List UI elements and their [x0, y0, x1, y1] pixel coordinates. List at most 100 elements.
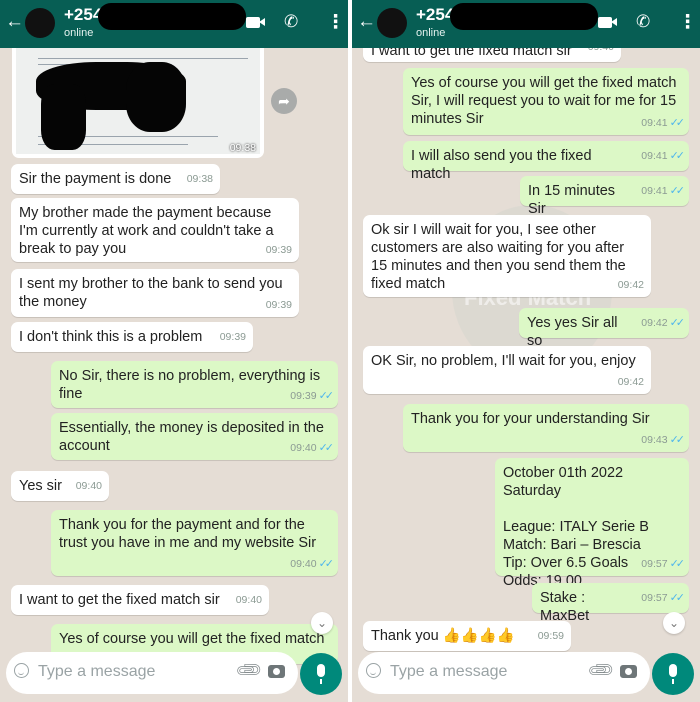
message-time: 09:39 — [265, 299, 292, 311]
redaction-bar — [98, 3, 246, 30]
message-time: 09:59 — [537, 630, 564, 642]
message-time: 09:39 — [290, 390, 317, 402]
message-time: 09:42 — [617, 279, 644, 291]
contact-status: online — [64, 27, 94, 39]
message-text: Yes of course you will get the fixed mat… — [411, 75, 681, 127]
message-incoming[interactable]: I sent my brother to the bank to send yo… — [11, 269, 299, 317]
message-incoming[interactable]: OK Sir, no problem, I'll wait for you, e… — [363, 346, 651, 394]
message-status: 09:40 ✓✓ — [290, 439, 335, 457]
message-text: OK Sir, no problem, I'll wait for you, e… — [371, 353, 636, 369]
message-text: Essentially, the money is deposited in t… — [59, 420, 328, 454]
message-time: 09:39 — [219, 331, 246, 343]
message-status: 09:41 ✓✓ — [641, 147, 686, 165]
message-text: Ok sir I will wait for you, I see other … — [371, 222, 630, 292]
message-time: 09:43 — [641, 434, 668, 446]
message-outgoing[interactable]: In 15 minutes Sir 09:41 ✓✓ — [520, 176, 689, 217]
read-ticks-icon: ✓✓ — [669, 150, 686, 162]
message-outgoing[interactable]: Stake : MaxBet 09:57 ✓✓ — [532, 583, 689, 624]
more-vert-icon[interactable]: ⋮ — [326, 11, 345, 34]
message-status: 09:40 ✓✓ — [290, 555, 334, 573]
message-incoming[interactable]: I want to get the fixed match sir 09:40 — [11, 585, 269, 615]
message-time: 09:38 — [186, 173, 213, 185]
read-ticks-icon: ✓✓ — [669, 185, 686, 197]
phone-icon[interactable]: ✆ — [284, 12, 298, 32]
avatar[interactable] — [377, 8, 407, 38]
message-incoming[interactable]: Thank you 👍👍👍👍 09:59 — [363, 621, 571, 651]
camera-icon[interactable] — [268, 665, 285, 678]
message-text: Thank you 👍👍👍👍 — [371, 628, 515, 644]
phone-icon[interactable]: ✆ — [636, 12, 650, 32]
message-time: 09:42 — [617, 376, 644, 388]
message-outgoing[interactable]: I will also send you the fixed match 09:… — [403, 141, 689, 182]
back-arrow-icon[interactable]: ← — [357, 11, 376, 33]
video-call-icon[interactable] — [246, 17, 265, 28]
message-incoming[interactable]: My brother made the payment because I'm … — [11, 198, 299, 262]
emoji-icon[interactable] — [14, 663, 29, 678]
scroll-down-button[interactable]: ⌄ — [311, 612, 333, 634]
contact-status: online — [416, 27, 446, 39]
message-time: 09:41 — [641, 117, 668, 129]
message-time: 09:42 — [641, 317, 668, 329]
message-outgoing[interactable]: No Sir, there is no problem, everything … — [51, 361, 338, 408]
mic-button[interactable] — [652, 653, 694, 695]
read-ticks-icon: ✓✓ — [669, 117, 686, 129]
emoji-icon[interactable] — [366, 663, 381, 678]
message-text: October 01th 2022 Saturday League: ITALY… — [503, 465, 649, 589]
forward-icon[interactable]: ➦ — [271, 88, 297, 114]
read-ticks-icon: ✓✓ — [669, 434, 686, 446]
message-time: 09:57 — [641, 592, 668, 604]
chat-panel-left: 09:38 ➦ Sir the payment is done 09:38 My… — [0, 0, 348, 702]
read-ticks-icon: ✓✓ — [669, 317, 686, 329]
message-outgoing[interactable]: Thank you for the payment and for the tr… — [51, 510, 338, 576]
message-text: Thank you for the payment and for the tr… — [59, 517, 317, 551]
message-text: I want to get the fixed match sir — [19, 592, 220, 608]
more-vert-icon[interactable]: ⋮ — [678, 11, 697, 34]
image-message[interactable]: 09:38 — [12, 40, 264, 158]
message-incoming[interactable]: Ok sir I will wait for you, I see other … — [363, 215, 651, 297]
contact-name[interactable]: +254 — [416, 5, 454, 25]
message-time: 09:41 — [641, 150, 668, 162]
contact-name[interactable]: +254 — [64, 5, 102, 25]
message-status: 09:42 ✓✓ — [641, 314, 686, 332]
message-input-placeholder: Type a message — [38, 663, 156, 680]
avatar[interactable] — [25, 8, 55, 38]
mic-icon — [669, 664, 677, 677]
back-arrow-icon[interactable]: ← — [5, 11, 24, 33]
message-text: Yes of course you will get the fixed mat… — [59, 631, 325, 647]
paperclip-icon[interactable]: 📎︎ — [234, 655, 265, 686]
message-time: 09:38 — [229, 142, 256, 154]
camera-icon[interactable] — [620, 665, 637, 678]
mic-button[interactable] — [300, 653, 342, 695]
message-status: 09:57 ✓✓ — [641, 589, 686, 607]
message-time: 09:40 — [75, 480, 102, 492]
message-time: 09:40 — [235, 594, 262, 606]
message-text: My brother made the payment because I'm … — [19, 205, 278, 257]
message-text: Stake : MaxBet — [540, 590, 590, 624]
message-input[interactable]: Type a message 📎︎ — [6, 652, 298, 694]
message-text: I don't think this is a problem — [19, 329, 203, 345]
video-call-icon[interactable] — [598, 17, 617, 28]
message-outgoing[interactable]: Yes yes Sir all so 09:42 ✓✓ — [519, 308, 689, 349]
scroll-down-button[interactable]: ⌄ — [663, 612, 685, 634]
message-incoming[interactable]: Yes sir 09:40 — [11, 471, 109, 501]
message-time: 09:40 — [290, 558, 317, 570]
message-status: 09:41 ✓✓ — [641, 114, 686, 132]
message-incoming[interactable]: Sir the payment is done 09:38 — [11, 164, 220, 194]
chat-header: ← +254 online ✆ ⋮ — [352, 0, 700, 48]
message-input[interactable]: Type a message 📎︎ — [358, 652, 650, 694]
message-text: Sir the payment is done — [19, 171, 172, 187]
message-status: 09:41 ✓✓ — [641, 182, 686, 200]
message-time: 09:57 — [641, 558, 668, 570]
message-outgoing[interactable]: Thank you for your understanding Sir 09:… — [403, 404, 689, 452]
read-ticks-icon: ✓✓ — [669, 592, 686, 604]
message-text: In 15 minutes Sir — [528, 183, 620, 217]
read-ticks-icon: ✓✓ — [318, 442, 335, 454]
message-status: 09:57 ✓✓ — [641, 555, 685, 573]
paperclip-icon[interactable]: 📎︎ — [586, 655, 617, 686]
message-outgoing[interactable]: Yes of course you will get the fixed mat… — [403, 68, 689, 135]
message-text: I sent my brother to the bank to send yo… — [19, 276, 287, 310]
message-incoming[interactable]: I don't think this is a problem 09:39 — [11, 322, 253, 352]
message-outgoing[interactable]: October 01th 2022 Saturday League: ITALY… — [495, 458, 689, 589]
redaction-bar — [450, 3, 598, 30]
message-outgoing[interactable]: Essentially, the money is deposited in t… — [51, 413, 338, 460]
